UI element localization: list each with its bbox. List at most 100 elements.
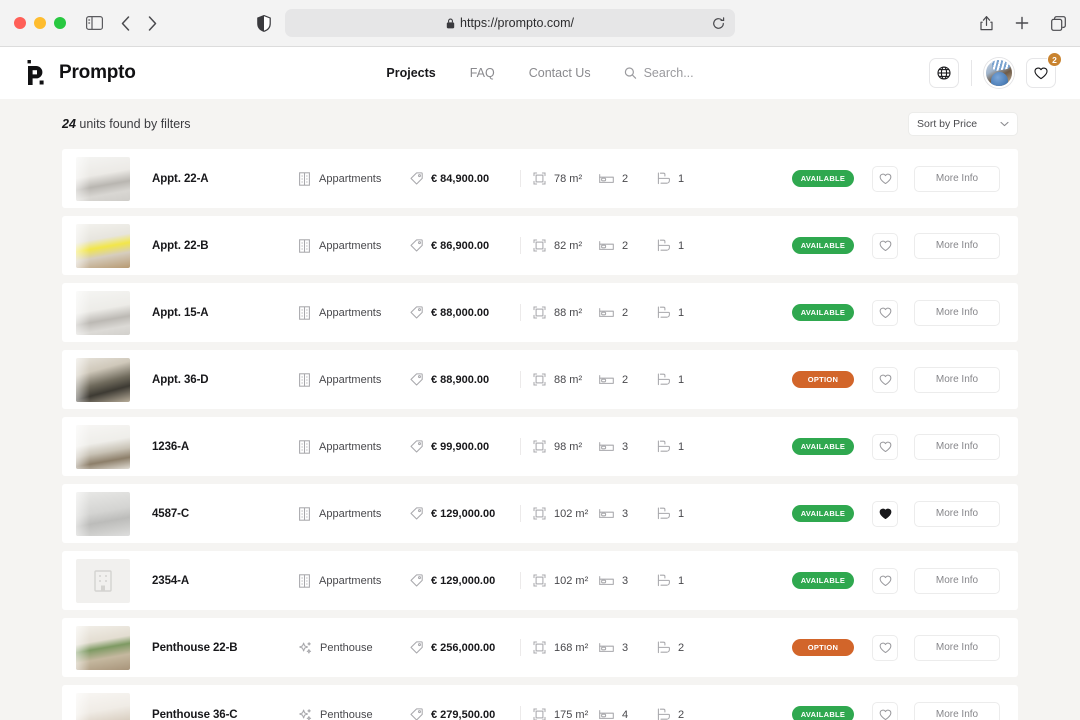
row-divider xyxy=(520,170,521,187)
favorite-toggle-button[interactable] xyxy=(872,366,898,393)
row-divider xyxy=(520,505,521,522)
unit-price-cell: € 129,000.00 xyxy=(410,507,518,520)
unit-row-9[interactable]: Penthouse 36-C Penthouse € 279,500.00 17… xyxy=(62,685,1018,720)
unit-thumbnail xyxy=(76,558,130,603)
main-navigation: Projects FAQ Contact Us Search... xyxy=(386,66,693,80)
sidebar-toggle-icon[interactable] xyxy=(86,16,103,30)
unit-row-5[interactable]: 1236-A Appartments € 99,900.00 98 m² 3 1… xyxy=(62,417,1018,476)
unit-bathrooms: 1 xyxy=(678,373,685,386)
unit-type-label: Appartments xyxy=(319,574,382,587)
area-icon xyxy=(533,708,546,720)
more-info-button[interactable]: More Info xyxy=(914,500,1000,527)
heart-outline-icon xyxy=(879,709,892,720)
unit-name: Penthouse 36-C xyxy=(152,708,238,720)
price-tag-icon xyxy=(410,574,423,587)
language-globe-button[interactable] xyxy=(929,58,959,88)
window-controls[interactable] xyxy=(14,17,66,29)
unit-bathrooms-cell: 1 xyxy=(657,306,707,319)
more-info-button[interactable]: More Info xyxy=(914,299,1000,326)
header-actions: 2 xyxy=(929,52,1062,88)
price-tag-icon xyxy=(410,373,423,386)
building-icon xyxy=(298,238,311,253)
privacy-shield-icon[interactable] xyxy=(257,14,271,32)
unit-status-badge: AVAILABLE xyxy=(792,438,854,455)
unit-thumbnail xyxy=(76,290,130,335)
unit-name: Appt. 22-B xyxy=(152,239,209,252)
unit-bathrooms: 1 xyxy=(678,239,685,252)
unit-area: 78 m² xyxy=(554,172,583,185)
sort-dropdown[interactable]: Sort by Price xyxy=(908,112,1018,136)
browser-navigation[interactable] xyxy=(121,15,157,31)
more-info-button[interactable]: More Info xyxy=(914,634,1000,661)
back-arrow-icon[interactable] xyxy=(121,15,130,31)
bed-icon xyxy=(599,441,614,452)
user-avatar[interactable] xyxy=(984,58,1014,88)
unit-row-4[interactable]: Appt. 36-D Appartments € 88,900.00 88 m²… xyxy=(62,350,1018,409)
price-tag-icon xyxy=(410,641,423,654)
row-divider xyxy=(520,639,521,656)
unit-bathrooms-cell: 1 xyxy=(657,507,707,520)
more-info-button[interactable]: More Info xyxy=(914,567,1000,594)
favorites-button-wrap: 2 xyxy=(1026,52,1062,88)
share-icon[interactable] xyxy=(980,15,993,31)
unit-row-6[interactable]: 4587-C Appartments € 129,000.00 102 m² 3… xyxy=(62,484,1018,543)
unit-area-cell: 98 m² xyxy=(533,440,599,453)
heart-outline-icon xyxy=(879,642,892,654)
bath-icon xyxy=(657,641,670,654)
favorite-toggle-button[interactable] xyxy=(872,232,898,259)
more-info-button[interactable]: More Info xyxy=(914,433,1000,460)
more-info-button[interactable]: More Info xyxy=(914,165,1000,192)
thumbnail-light-overlay xyxy=(76,625,91,670)
unit-row-3[interactable]: Appt. 15-A Appartments € 88,000.00 88 m²… xyxy=(62,283,1018,342)
tab-overview-icon[interactable] xyxy=(1051,15,1066,31)
area-icon xyxy=(533,172,546,185)
more-info-button[interactable]: More Info xyxy=(914,366,1000,393)
row-divider xyxy=(520,371,521,388)
unit-bedrooms-cell: 3 xyxy=(599,441,657,453)
price-tag-icon xyxy=(410,172,423,185)
close-window-button[interactable] xyxy=(14,17,26,29)
unit-row-1[interactable]: Appt. 22-A Appartments € 84,900.00 78 m²… xyxy=(62,149,1018,208)
bath-icon xyxy=(657,440,670,453)
more-info-button[interactable]: More Info xyxy=(914,701,1000,720)
favorite-toggle-button[interactable] xyxy=(872,701,898,720)
favorite-toggle-button[interactable] xyxy=(872,500,898,527)
favorite-toggle-button[interactable] xyxy=(872,567,898,594)
maximize-window-button[interactable] xyxy=(54,17,66,29)
unit-bathrooms-cell: 1 xyxy=(657,172,707,185)
forward-arrow-icon[interactable] xyxy=(148,15,157,31)
unit-row-7[interactable]: 2354-A Appartments € 129,000.00 102 m² 3… xyxy=(62,551,1018,610)
unit-bathrooms-cell: 2 xyxy=(657,708,707,720)
unit-price-cell: € 99,900.00 xyxy=(410,440,518,453)
more-info-button[interactable]: More Info xyxy=(914,232,1000,259)
search-input[interactable]: Search... xyxy=(624,66,694,80)
results-count: 24 xyxy=(62,117,76,131)
unit-area-cell: 102 m² xyxy=(533,507,599,520)
address-bar[interactable]: https://prompto.com/ xyxy=(285,9,735,37)
filter-bar: 24 units found by filters Sort by Price xyxy=(62,99,1018,149)
brand-logo[interactable]: Prompto xyxy=(24,59,136,87)
nav-item-projects[interactable]: Projects xyxy=(386,66,435,80)
new-tab-plus-icon[interactable] xyxy=(1015,16,1029,30)
favorite-toggle-button[interactable] xyxy=(872,433,898,460)
bed-icon xyxy=(599,575,614,586)
nav-item-contact-us[interactable]: Contact Us xyxy=(529,66,591,80)
unit-price: € 88,900.00 xyxy=(431,373,490,386)
favorite-toggle-button[interactable] xyxy=(872,299,898,326)
unit-status-badge: AVAILABLE xyxy=(792,706,854,720)
bath-icon xyxy=(657,172,670,185)
brand-name: Prompto xyxy=(59,62,136,83)
minimize-window-button[interactable] xyxy=(34,17,46,29)
reload-icon[interactable] xyxy=(712,16,725,30)
unit-row-8[interactable]: Penthouse 22-B Penthouse € 256,000.00 16… xyxy=(62,618,1018,677)
heart-filled-icon xyxy=(879,508,892,520)
thumbnail-light-overlay xyxy=(76,424,91,469)
unit-type-cell: Appartments xyxy=(298,506,410,521)
nav-item-faq[interactable]: FAQ xyxy=(470,66,495,80)
favorite-toggle-button[interactable] xyxy=(872,165,898,192)
unit-row-2[interactable]: Appt. 22-B Appartments € 86,900.00 82 m²… xyxy=(62,216,1018,275)
favorite-toggle-button[interactable] xyxy=(872,634,898,661)
bath-icon xyxy=(657,507,670,520)
unit-name: 1236-A xyxy=(152,440,190,453)
unit-bathrooms: 1 xyxy=(678,172,685,185)
